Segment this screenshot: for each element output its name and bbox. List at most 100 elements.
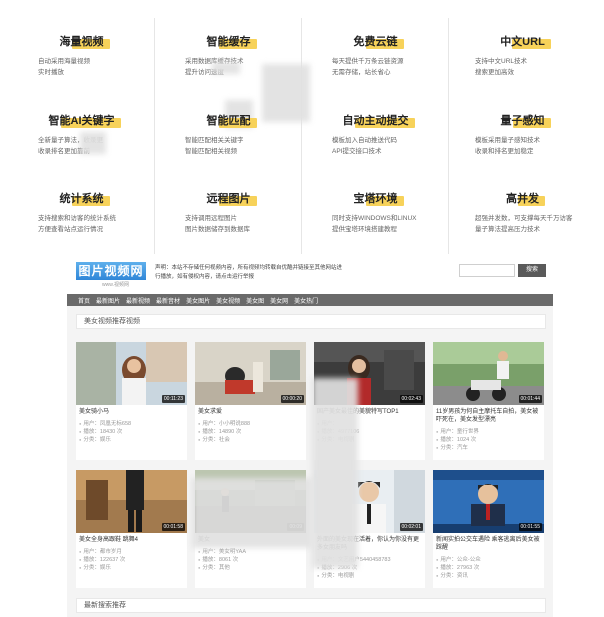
duration-badge: 00:01:44 [518, 395, 542, 403]
duration-badge: 00:00:20 [280, 395, 304, 403]
video-title[interactable]: 美女求爱 [198, 408, 303, 416]
feature-desc-line: 无需存储，站长省心 [332, 69, 391, 76]
feature-desc-line: 方便查看站点运行情况 [38, 226, 103, 234]
feature-item: 远程图片支持调用远程图片图片数据储存到数据库 [155, 175, 302, 254]
blur-patch [262, 64, 310, 122]
nav-item[interactable]: 最新音材 [156, 296, 180, 305]
feature-item: 海量视频自动采用海量视频 实时播放 [8, 18, 155, 97]
feature-desc-line: 模板采用量子感知技术 [475, 136, 540, 144]
site-logo[interactable]: 图片视频网 www.视频网 [76, 262, 146, 288]
feature-desc-line: 智能匹配相关视频 [185, 147, 237, 155]
video-title[interactable]: 新闻实拍公交车遇险 乘客逃离后美女被踩醒 [436, 536, 541, 552]
nav-item[interactable]: 美女视频 [216, 296, 240, 305]
video-card[interactable]: 00:01:55 新闻实拍公交车遇险 乘客逃离后美女被踩醒用户：公众-公众播放：2… [433, 470, 544, 588]
video-card[interactable]: 00:11:23 美女骑小马用户：凤凰无标658播放：18430 次分类：娱乐 [76, 342, 187, 460]
video-meta-user: 用户：凤凰无标658 [79, 420, 131, 428]
video-meta-plays: 播放：1024 次 [436, 436, 476, 444]
feature-desc: 同时支持WINDOWS和LINUX 提供宝塔环境搭建教程 [308, 213, 443, 235]
logo-text: 图片视频网 [76, 262, 146, 280]
feature-title: 智能AI关键字 [47, 112, 121, 128]
feature-title: 宝塔环境 [352, 190, 404, 207]
video-meta-cat: 分类：汽车 [436, 444, 468, 452]
feature-item: 自动主动提交模板加入自动推送代码 API提交接口技术 [302, 96, 449, 176]
feature-title: 量子感知 [499, 112, 551, 128]
feature-title: 高并发 [504, 190, 545, 207]
video-meta-cat: 分类：电视剧 [317, 572, 354, 580]
feature-desc: 每天提供千万条云链资源 无需存储，站长省心 [308, 56, 443, 78]
nav-item[interactable]: 首页 [78, 296, 90, 305]
feature-desc-line: 超强并发数，可支撑每天千万访客 [475, 215, 573, 223]
feature-desc-line: 同时支持WINDOWS和LINUX [332, 215, 417, 223]
feature-title: 远程图片 [205, 190, 257, 207]
nav-item[interactable]: 最新图片 [96, 296, 120, 305]
duration-badge: 00:01:58 [161, 523, 185, 531]
feature-desc-line: 支持中文URL技术 [475, 58, 528, 65]
feature-title: 海量视频 [58, 33, 110, 49]
video-card[interactable]: 00:01:58 美女全身高跟鞋 跳舞4 用户：都市岁月播放：122637 次分类：… [76, 470, 187, 588]
nav-item[interactable]: 美女网 [270, 296, 288, 305]
duration-badge: 00:01:55 [518, 523, 542, 531]
blur-patch [80, 132, 106, 154]
video-meta-user: 用户：童行世界 [436, 428, 479, 436]
feature-desc-line: 提供宝塔环境搭建教程 [332, 226, 397, 234]
video-meta-user: 用户：美女明YAA [198, 548, 246, 556]
video-thumbnail[interactable]: 00:11:23 [76, 342, 187, 405]
feature-item: 量子感知模板采用量子感知技术 收录和排名更加稳定 [449, 97, 596, 176]
feature-desc-line: 模板加入自动推送代码 [332, 136, 397, 144]
nav-item[interactable]: 美女图片 [186, 296, 210, 305]
feature-desc: 超强并发数，可支撑每天千万访客 量子算法提高压力技术 [455, 213, 590, 235]
blur-patch [192, 478, 312, 548]
nav-item[interactable]: 美女图 [246, 296, 264, 305]
feature-title: 自动主动提交 [341, 112, 415, 128]
feature-desc: 支持搜索和访客的统计系统 方便查看站点运行情况 [14, 213, 149, 235]
video-thumbnail[interactable]: 00:00:20 [195, 342, 306, 405]
feature-desc-line: 搜索更加高效 [475, 69, 514, 76]
video-meta-plays: 播放：18430 次 [79, 428, 122, 436]
feature-desc-line: 智能匹配相关关键字 [185, 136, 244, 144]
features-section: 海量视频自动采用海量视频实时播放智能缓存采用数据库缓存技术提升访问速度免费云链每… [0, 0, 604, 258]
feature-item: 统计系统支持搜索和访客的统计系统 方便查看站点运行情况 [8, 175, 155, 254]
video-meta-user: 用户：都市岁月 [79, 548, 122, 556]
feature-title: 智能缓存 [205, 33, 257, 49]
duration-badge: 00:11:23 [161, 395, 185, 403]
feature-desc: 模板加入自动推送代码 API提交接口技术 [308, 135, 443, 157]
feature-desc: 支持调用远程图片图片数据储存到数据库 [161, 213, 296, 235]
video-thumbnail[interactable]: 00:01:44 [433, 342, 544, 405]
blur-patch [312, 378, 358, 568]
video-meta-plays: 播放：8061 次 [198, 556, 238, 564]
video-title[interactable]: 美女骑小马 [79, 408, 184, 416]
feature-desc-line: API提交接口技术 [332, 147, 382, 155]
video-meta-plays: 播放：27963 次 [436, 564, 479, 572]
feature-desc: 智能匹配相关关键字 智能匹配相关视频 [161, 135, 296, 157]
feature-desc-line: 自动采用海量视频 [38, 58, 90, 65]
feature-item: 中文URL 支持中文URL技术 搜索更加高效 [449, 18, 596, 97]
video-meta-user: 用户：公众-公众 [436, 556, 480, 564]
nav-item[interactable]: 最新视频 [126, 296, 150, 305]
feature-desc-line: 收录和排名更加稳定 [475, 147, 534, 155]
logo-subtext: www.视频网 [102, 282, 129, 288]
search-button[interactable]: 搜索 [518, 264, 546, 277]
video-thumbnail[interactable]: 00:01:55 [433, 470, 544, 533]
video-meta-cat: 分类：其他 [198, 564, 230, 572]
video-meta-cat: 分类：资讯 [436, 572, 468, 580]
section-title: 美女视频推荐视频 [76, 314, 546, 329]
video-card[interactable]: 00:01:44 11岁男孩为何自主摩托车自拍，美女被吓死在，美女发型漂亮用户：童… [433, 342, 544, 460]
video-meta-plays: 播放：14890 次 [198, 428, 241, 436]
video-title[interactable]: 美女全身高跟鞋 跳舞4 [79, 536, 184, 544]
feature-item: 免费云链 每天提供千万条云链资源 无需存储，站长省心 [302, 18, 449, 97]
video-title[interactable]: 11岁男孩为何自主摩托车自拍，美女被吓死在，美女发型漂亮 [436, 408, 541, 424]
video-card[interactable]: 00:00:20 美女求爱用户：小小明说888播放：14890 次分类：社会 [195, 342, 306, 460]
feature-desc-line: 图片数据储存到数据库 [185, 226, 250, 234]
blur-patch [212, 62, 240, 74]
feature-title: 中文URL [498, 33, 551, 49]
feature-desc: 自动采用海量视频 实时播放 [14, 56, 149, 78]
feature-desc-line: 支持调用远程图片 [185, 215, 237, 223]
nav-item[interactable]: 美女热门 [294, 296, 318, 305]
feature-title: 统计系统 [58, 190, 110, 207]
feature-item: 高并发超强并发数，可支撑每天千万访客 量子算法提高压力技术 [449, 175, 596, 254]
video-thumbnail[interactable]: 00:01:58 [76, 470, 187, 533]
video-meta-cat: 分类：社会 [198, 436, 230, 444]
site-header: 图片视频网 www.视频网 声明：本站不存储任何视频内容，所有视频均转载自优酷并… [67, 258, 553, 294]
duration-badge: 00:02:43 [399, 395, 423, 403]
search-input[interactable] [459, 264, 515, 277]
